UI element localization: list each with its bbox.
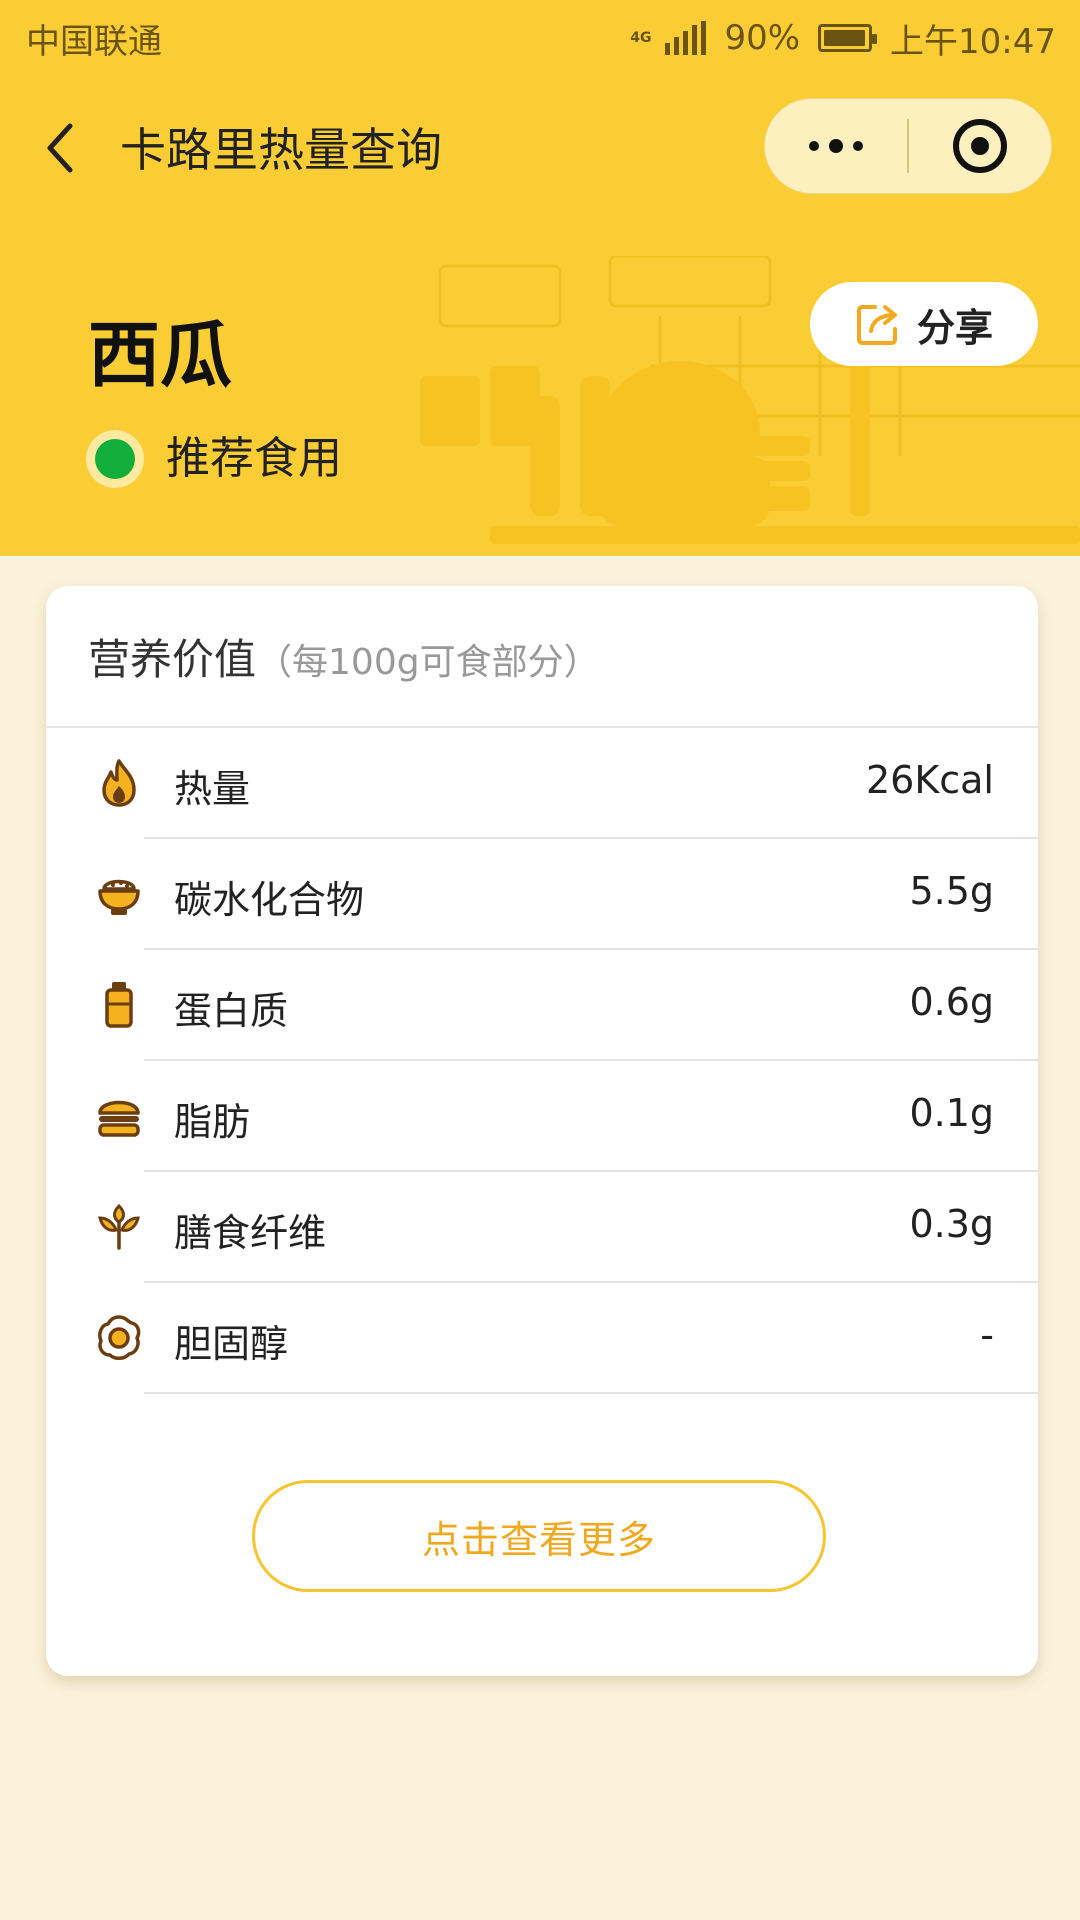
row-divider [144,1392,1038,1394]
target-icon [953,119,1007,173]
navigation-bar: 卡路里热量查询 [0,76,1080,216]
network-type: 4G [630,30,652,46]
more-options-icon[interactable] [765,99,907,193]
nutrient-row-protein: 蛋白质 0.6g [46,950,1038,1061]
nutrient-row-fat: 脂肪 0.1g [46,1061,1038,1172]
battery-icon [818,24,878,52]
nutrient-value: 0.3g [909,1202,994,1246]
nutrient-row-calories: 热量 26Kcal [46,728,1038,839]
nutrition-card: 营养价值（每100g可食部分） 热量 26Kcal 碳水化合物 5.5g 蛋白质… [46,586,1038,1676]
flame-icon [102,759,136,807]
nutrition-subtitle: （每100g可食部分） [256,642,600,683]
burger-icon [98,1100,140,1137]
nutrition-title: 营养价值 [88,635,257,684]
nutrient-value: 26Kcal [865,758,994,802]
nutrition-list: 热量 26Kcal 碳水化合物 5.5g 蛋白质 0.6g 脂肪 0.1g 膳食… [46,728,1038,1394]
nutrition-heading: 营养价值（每100g可食部分） [88,626,600,687]
back-arrow-icon[interactable] [40,118,84,178]
recommend-status-label: 推荐食用 [166,433,342,484]
page-title: 卡路里热量查询 [120,123,442,177]
rice-bowl-icon [98,879,140,915]
share-icon [856,305,897,345]
battery-percent: 90% [724,18,801,58]
food-header: 西瓜 推荐食用 分享 [0,216,1080,556]
nutrient-value: 5.5g [909,869,994,913]
nutrient-name: 碳水化合物 [174,878,365,922]
nutrient-name: 蛋白质 [174,989,289,1033]
nutrient-name: 热量 [174,767,251,811]
fried-egg-icon [98,1315,141,1360]
recommend-status-dot [86,430,144,488]
nutrient-name: 膳食纤维 [174,1211,327,1255]
status-indicators: 4G 90% 上午10:47 [630,14,1056,63]
nutrient-value: 0.6g [909,980,994,1024]
carrier-label: 中国联通 [26,21,162,62]
share-label: 分享 [916,305,993,350]
clock: 上午10:47 [890,21,1056,62]
sprout-icon [98,1203,140,1250]
share-button[interactable]: 分享 [810,282,1038,366]
nutrient-row-carbohydrate: 碳水化合物 5.5g [46,839,1038,950]
close-mini-program-button[interactable] [909,99,1051,193]
food-name: 西瓜 [88,313,233,397]
nutrient-name: 脂肪 [174,1100,251,1144]
nutrient-row-cholesterol: 胆固醇 - [46,1283,1038,1394]
mini-program-capsule [764,98,1052,194]
nutrient-value: 0.1g [909,1091,994,1135]
bottle-icon [105,982,133,1028]
nutrient-value: - [980,1313,994,1357]
signal-icon [665,21,707,55]
nutrient-row-fiber: 膳食纤维 0.3g [46,1172,1038,1283]
status-bar: 中国联通 4G 90% 上午10:47 [0,0,1080,76]
view-more-button[interactable]: 点击查看更多 [252,1480,826,1592]
nutrient-name: 胆固醇 [174,1322,289,1366]
